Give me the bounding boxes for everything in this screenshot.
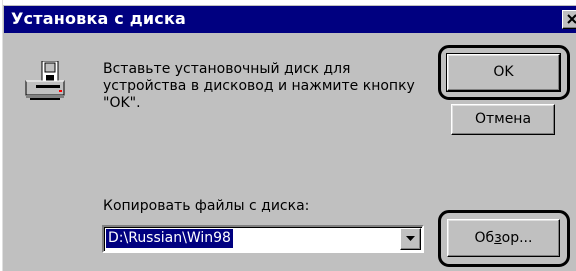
cancel-button[interactable]: Отмена xyxy=(451,104,555,135)
browse-label-start: Об xyxy=(474,230,495,246)
browse-label-end: ор... xyxy=(501,230,533,246)
ok-button[interactable]: OK xyxy=(446,53,561,92)
title-bar[interactable]: Установка с диска xyxy=(4,6,576,33)
combobox-dropdown-button[interactable] xyxy=(400,228,421,250)
window-title: Установка с диска xyxy=(11,9,187,28)
disk-drive-icon xyxy=(24,60,68,104)
dialog-top-edge xyxy=(0,0,576,5)
dialog-left-edge xyxy=(0,0,3,271)
close-icon xyxy=(567,14,576,24)
copy-from-combobox[interactable]: D:\Russian\Win98 xyxy=(102,225,424,253)
cancel-button-label: Отмена xyxy=(474,111,532,127)
install-from-disk-dialog: Установка с диска Вставьте установочный … xyxy=(0,0,576,271)
ok-button-label: OK xyxy=(493,64,514,80)
chevron-down-icon xyxy=(406,236,415,241)
close-button[interactable] xyxy=(562,10,576,29)
instruction-message: Вставьте установочный диск для устройств… xyxy=(103,61,415,111)
copy-from-path-input[interactable]: D:\Russian\Win98 xyxy=(106,229,233,248)
copy-from-label: Копировать файлы с диска: xyxy=(103,198,310,214)
browse-label-accelerator: з xyxy=(494,230,502,246)
browse-button[interactable]: Обзор... xyxy=(447,219,560,257)
